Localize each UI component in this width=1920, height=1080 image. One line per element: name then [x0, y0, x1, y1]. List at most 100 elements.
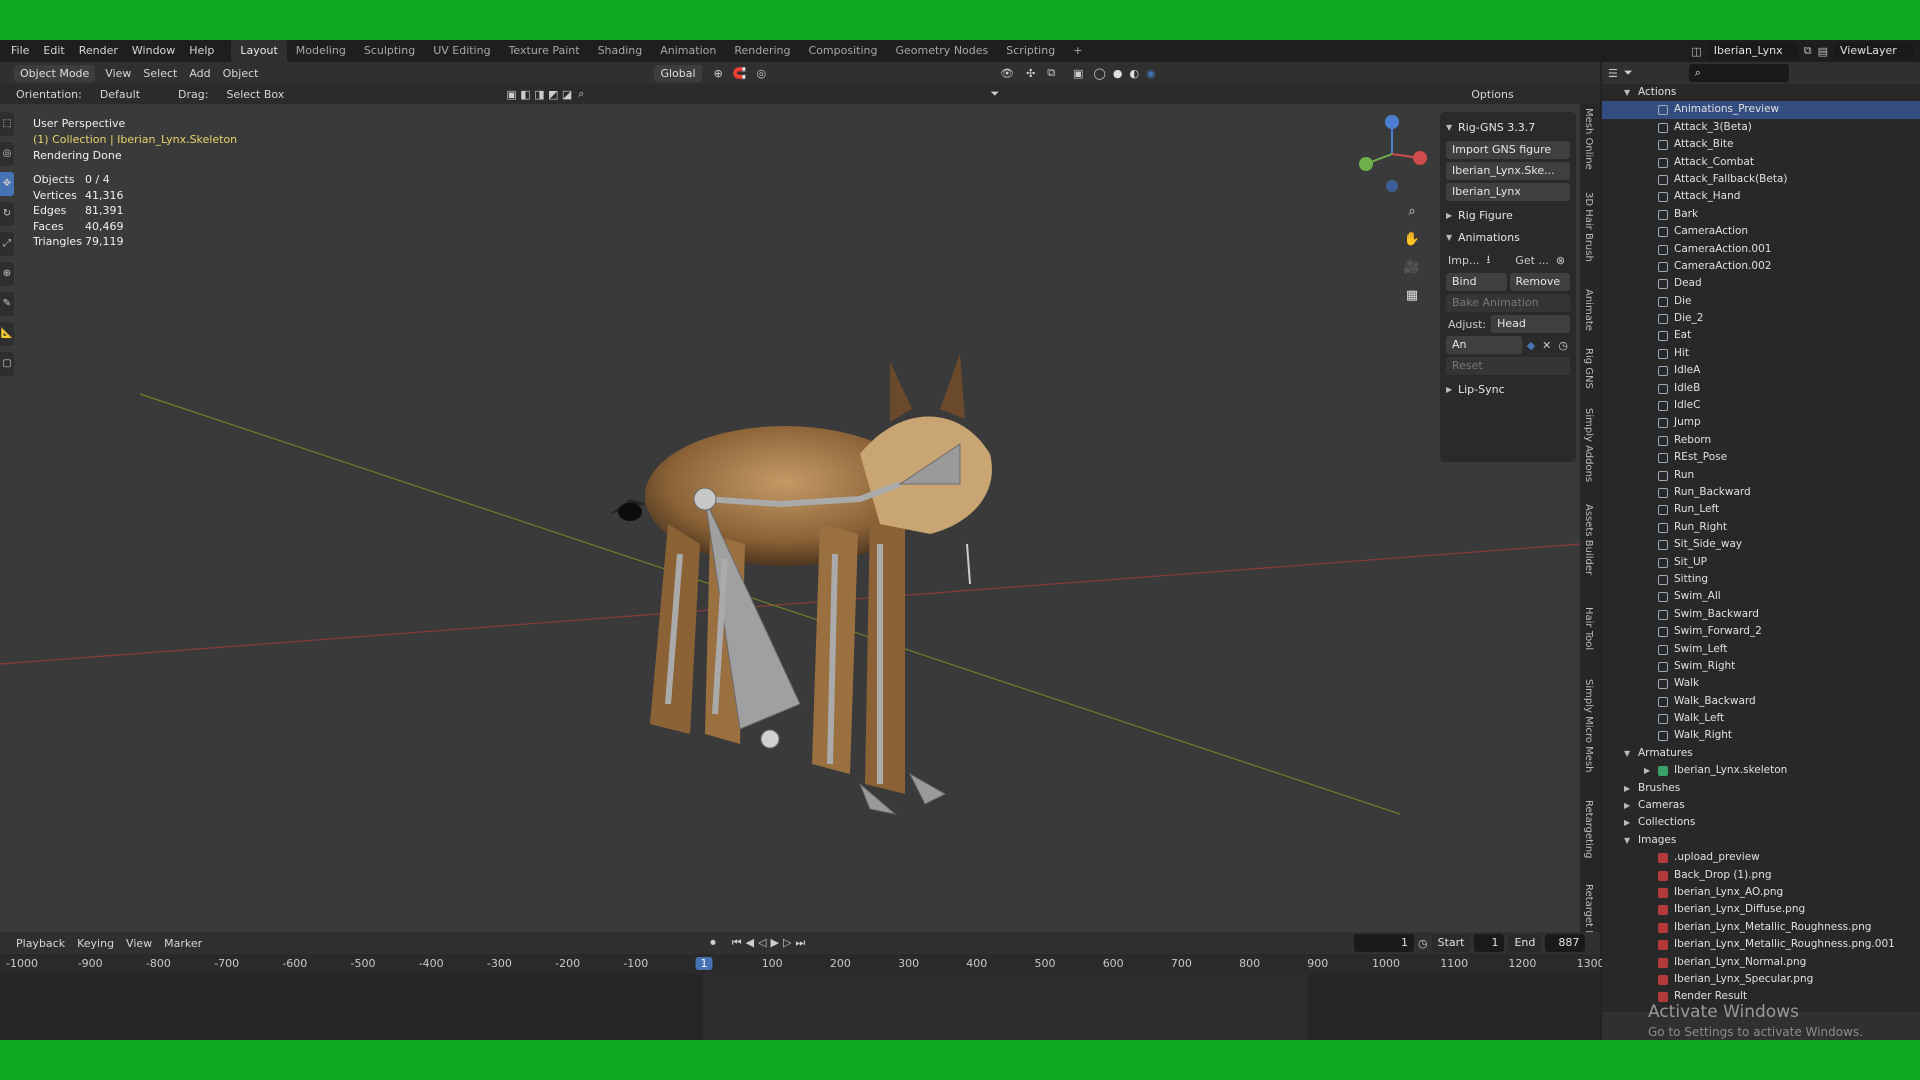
- outliner-action-item[interactable]: REst_Pose: [1602, 449, 1920, 466]
- outliner-action-item[interactable]: Walk_Left: [1602, 710, 1920, 727]
- select-mode-icons[interactable]: ▣ ◧ ◨ ◩ ◪: [506, 88, 572, 101]
- mode-dropdown[interactable]: Object Mode: [14, 64, 96, 82]
- rotate-tool-icon[interactable]: ↻: [0, 202, 14, 226]
- outliner-action-item[interactable]: Run_Left: [1602, 501, 1920, 518]
- outliner-group-brushes[interactable]: ▶ Brushes: [1602, 780, 1920, 797]
- cursor-tool-icon[interactable]: ◎: [0, 142, 14, 166]
- expand-icon[interactable]: ▶: [1624, 780, 1630, 797]
- outliner-action-item[interactable]: Walk_Right: [1602, 727, 1920, 744]
- outliner-action-item[interactable]: Attack_Fallback(Beta): [1602, 171, 1920, 188]
- outliner-action-item[interactable]: Sitting: [1602, 571, 1920, 588]
- tab-uv-editing[interactable]: UV Editing: [424, 40, 499, 62]
- viewport-menu-view[interactable]: View: [99, 67, 137, 80]
- outliner-image-item[interactable]: Iberian_Lynx_Normal.png: [1602, 954, 1920, 971]
- filter-icon[interactable]: ⏷: [1624, 66, 1633, 80]
- mesh-selector[interactable]: Iberian_Lynx: [1446, 183, 1570, 201]
- outliner-action-item[interactable]: Animations_Preview: [1602, 101, 1920, 119]
- outliner-action-item[interactable]: Sit_UP: [1602, 554, 1920, 571]
- outliner-action-item[interactable]: Hit: [1602, 345, 1920, 362]
- shading-wireframe-icon[interactable]: ◯: [1094, 67, 1106, 80]
- add-cube-tool-icon[interactable]: ▢: [0, 352, 14, 376]
- tab--[interactable]: +: [1064, 40, 1091, 62]
- timeline-menu-playback[interactable]: Playback: [10, 937, 71, 950]
- outliner-action-item[interactable]: Attack_3(Beta): [1602, 119, 1920, 136]
- sidebar-tab[interactable]: Simply Addons: [1583, 408, 1594, 482]
- drag-dropdown[interactable]: Select Box: [220, 88, 290, 101]
- bake-animation-button[interactable]: Bake Animation: [1446, 294, 1570, 312]
- import-gns-button[interactable]: Import GNS figure: [1446, 141, 1570, 159]
- outliner-action-item[interactable]: Walk_Backward: [1602, 693, 1920, 710]
- move-tool-icon[interactable]: ✥: [0, 172, 14, 196]
- menu-window[interactable]: Window: [125, 40, 182, 62]
- outliner-action-item[interactable]: Reborn: [1602, 432, 1920, 449]
- tab-layout[interactable]: Layout: [231, 40, 287, 62]
- outliner-image-item[interactable]: Iberian_Lynx_Metallic_Roughness.png: [1602, 919, 1920, 936]
- action-field[interactable]: An: [1446, 336, 1522, 354]
- menu-help[interactable]: Help: [182, 40, 221, 62]
- transform-tool-icon[interactable]: ⊕: [0, 262, 14, 286]
- timeline-menu-marker[interactable]: Marker: [158, 937, 208, 950]
- timeline-ruler[interactable]: -1000 -900 -800 -700 -600 -500 -400 -300 -200 -10…: [0, 954, 1605, 974]
- current-frame-field[interactable]: 1: [1354, 934, 1414, 952]
- tab-texture-paint[interactable]: Texture Paint: [500, 40, 589, 62]
- menu-edit[interactable]: Edit: [36, 40, 71, 62]
- outliner-action-item[interactable]: IdleB: [1602, 380, 1920, 397]
- shading-material-icon[interactable]: ◐: [1129, 67, 1139, 80]
- outliner-search[interactable]: ⌕: [1688, 64, 1789, 82]
- tab-geometry-nodes[interactable]: Geometry Nodes: [886, 40, 997, 62]
- sidebar-tab[interactable]: Retargeting: [1583, 800, 1594, 859]
- xray-icon[interactable]: ▣: [1073, 67, 1083, 80]
- outliner-group-collections[interactable]: ▶ Collections: [1602, 814, 1920, 831]
- menu-file[interactable]: File: [4, 40, 36, 62]
- orientation-dropdown[interactable]: Default: [94, 88, 146, 101]
- scale-tool-icon[interactable]: ⤢: [0, 232, 14, 256]
- outliner-action-item[interactable]: Die_2: [1602, 310, 1920, 327]
- outliner-action-item[interactable]: CameraAction: [1602, 223, 1920, 240]
- record-icon[interactable]: ⏺: [710, 936, 716, 950]
- outliner-action-item[interactable]: Run_Backward: [1602, 484, 1920, 501]
- sidebar-tab[interactable]: Mesh Online: [1583, 108, 1594, 170]
- unlink-icon[interactable]: ✕: [1540, 339, 1553, 352]
- outliner-action-item[interactable]: Swim_Left: [1602, 641, 1920, 658]
- filter-icon[interactable]: ⏷: [990, 87, 999, 101]
- expand-icon[interactable]: ▶: [1644, 762, 1650, 779]
- view-layer-field[interactable]: ViewLayer: [1834, 42, 1914, 60]
- tab-rendering[interactable]: Rendering: [725, 40, 799, 62]
- expand-icon[interactable]: ▶: [1624, 814, 1630, 831]
- proportional-edit-icon[interactable]: ◎: [756, 67, 766, 80]
- annotate-tool-icon[interactable]: ✎: [0, 292, 14, 316]
- viewport-menu-add[interactable]: Add: [183, 67, 216, 80]
- outliner-action-item[interactable]: Swim_All: [1602, 588, 1920, 605]
- download-icon[interactable]: ⭳: [1484, 251, 1492, 270]
- timeline-menu-keying[interactable]: Keying: [71, 937, 120, 950]
- select-tool-icon[interactable]: ⬚: [0, 112, 14, 136]
- outliner-action-item[interactable]: Run: [1602, 467, 1920, 484]
- rig-figure-section[interactable]: ▶ Rig Figure: [1446, 204, 1570, 226]
- ortho-grid-icon[interactable]: ▦: [1400, 284, 1424, 308]
- snap-icon[interactable]: 🧲: [733, 67, 747, 80]
- bind-button[interactable]: Bind: [1446, 273, 1507, 291]
- outliner-action-item[interactable]: Die: [1602, 293, 1920, 310]
- outliner-action-item[interactable]: IdleA: [1602, 362, 1920, 379]
- animations-section[interactable]: ▼ Animations: [1446, 226, 1570, 248]
- shield-icon[interactable]: ◆: [1525, 339, 1537, 352]
- rig-gns-header[interactable]: ▼ Rig-GNS 3.3.7: [1446, 116, 1570, 138]
- pivot-icon[interactable]: ⊕: [714, 67, 723, 80]
- remove-button[interactable]: Remove: [1509, 273, 1570, 291]
- armature-selector[interactable]: Iberian_Lynx.Ske...: [1446, 162, 1570, 180]
- clock-icon[interactable]: ◷: [1556, 339, 1570, 352]
- options-dropdown[interactable]: Options: [1465, 88, 1519, 101]
- viewport-menu-select[interactable]: Select: [137, 67, 183, 80]
- sidebar-tab[interactable]: Assets Builder: [1583, 504, 1594, 575]
- navigation-gizmo[interactable]: [1352, 114, 1432, 194]
- outliner-action-item[interactable]: Eat: [1602, 327, 1920, 344]
- outliner-action-item[interactable]: Jump: [1602, 414, 1920, 431]
- tab-shading[interactable]: Shading: [589, 40, 652, 62]
- camera-view-icon[interactable]: 🎥: [1400, 256, 1424, 280]
- outliner-action-item[interactable]: Sit_Side_way: [1602, 536, 1920, 553]
- sidebar-tab[interactable]: Rig GNS: [1583, 348, 1594, 389]
- imp-button[interactable]: Imp...: [1446, 254, 1481, 267]
- playback-controls[interactable]: ⏮◀◁▶▷⏭: [732, 936, 810, 950]
- outliner-group-cameras[interactable]: ▶ Cameras: [1602, 797, 1920, 814]
- scene-field[interactable]: Iberian_Lynx: [1707, 42, 1798, 60]
